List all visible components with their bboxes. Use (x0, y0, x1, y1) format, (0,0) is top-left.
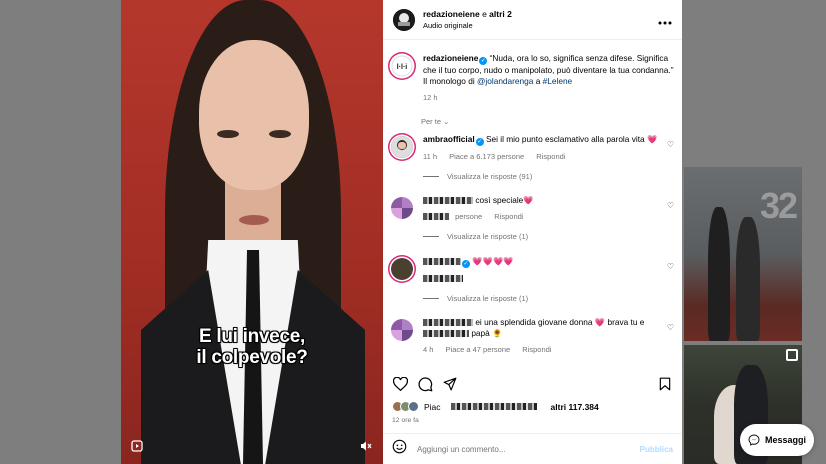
chevron-down-icon: ⌄ (443, 117, 450, 126)
comment-username[interactable]: ambraofficial (423, 134, 475, 144)
redacted-username (423, 197, 473, 204)
heart-icon[interactable]: ♡ (667, 201, 674, 210)
reel-video[interactable]: E lui invece, il colpevole? (121, 0, 383, 464)
likes-summary[interactable]: Piac altri 117.384 (392, 401, 673, 412)
verified-icon: ✓ (479, 57, 488, 65)
redacted-username (423, 258, 461, 265)
comment-item: così speciale💗 persone Rispondi Visualiz… (383, 195, 682, 242)
avatar[interactable]: l·l·i (391, 55, 413, 77)
for-you-filter[interactable]: Per te ⌄ (421, 117, 682, 126)
emoji-icon[interactable] (392, 439, 407, 459)
comment-item: ambraofficial ✓ Sei il mio punto esclamat… (383, 134, 682, 182)
avatar[interactable] (391, 258, 413, 280)
reply-button[interactable]: Rispondi (522, 345, 551, 354)
comment-icon[interactable] (417, 376, 433, 392)
post-hashtag[interactable]: #Lelene (543, 76, 573, 86)
comment-emoji: 💗 (594, 317, 606, 327)
view-replies[interactable]: Visualizza le risposte (1) (423, 293, 674, 304)
redacted-username (423, 319, 473, 326)
heart-icon[interactable] (392, 376, 408, 392)
reply-button[interactable]: Rispondi (494, 212, 523, 221)
liker-avatars (392, 401, 419, 412)
video-caption-line-1: E lui invece, (199, 326, 305, 347)
svg-text:l·l·i: l·l·i (397, 64, 408, 71)
avatar[interactable] (391, 197, 413, 219)
header-connector: e (482, 8, 487, 19)
header-username[interactable]: redazioneiene (423, 9, 480, 19)
post-connector: a (535, 76, 541, 86)
post-actions (383, 372, 682, 396)
header-others[interactable]: altri 2 (489, 9, 512, 19)
comment-likes[interactable]: persone (455, 212, 482, 221)
comment-item: ✓ 💗💗💗💗 Visualizza le risposte (1) ♡ (383, 256, 682, 304)
view-replies[interactable]: Visualizza le risposte (91) (423, 171, 674, 182)
likes-prefix: Piac (424, 401, 441, 412)
comment-text: così speciale (475, 195, 524, 205)
reel-icon (786, 349, 798, 361)
likes-count: altri 117.384 (550, 401, 599, 412)
messages-button[interactable]: Messaggi (740, 424, 814, 456)
comments-scroll-area[interactable]: l·l·i redazioneiene ✓ “Nuda, ora lo so, s… (383, 41, 682, 369)
post-timestamp: 12 ore fa (392, 417, 419, 424)
comment-bar: Pubblica (383, 433, 682, 464)
publish-button[interactable]: Pubblica (640, 445, 673, 454)
post-time: 12 h (423, 93, 438, 102)
post-panel: redazioneiene e altri 2 Audio originale … (383, 0, 682, 464)
verified-icon: ✓ (462, 260, 470, 268)
comment-input[interactable] (417, 444, 640, 454)
comment-emojis: 💗💗💗💗 (472, 256, 514, 266)
bookmark-icon[interactable] (657, 376, 673, 392)
avatar[interactable] (391, 136, 413, 158)
post-username[interactable]: redazioneiene (423, 53, 478, 63)
comment-text-end: papà (471, 328, 490, 338)
comment-time: 11 h (423, 152, 438, 161)
heart-icon[interactable]: ♡ (667, 323, 674, 332)
heart-icon[interactable]: ♡ (667, 262, 674, 271)
messenger-icon (748, 434, 760, 446)
comment-emoji: 💗 (646, 134, 658, 144)
avatar[interactable] (391, 319, 413, 341)
comment-item: ei una splendida giovane donna 💗 brava t… (383, 317, 682, 355)
comment-text: Sei il mio punto esclamativo alla parola… (485, 134, 645, 144)
post-header: redazioneiene e altri 2 Audio originale (383, 0, 682, 40)
avatar[interactable] (393, 8, 415, 31)
comment-text-cont: brava tu e (607, 317, 645, 327)
post-mention[interactable]: @jolandarenga (477, 76, 533, 86)
video-caption-line-2: il colpevole? (196, 347, 308, 368)
post-caption: l·l·i redazioneiene ✓ “Nuda, ora lo so, s… (383, 53, 682, 103)
more-horizontal-icon[interactable] (658, 12, 672, 28)
comment-time: 4 h (423, 345, 434, 354)
view-replies[interactable]: Visualizza le risposte (1) (423, 231, 674, 242)
comment-emoji: 💗 (523, 195, 534, 205)
share-icon[interactable] (442, 376, 458, 392)
for-you-label: Per te (421, 117, 442, 126)
background-thumbnail-number: 32 (759, 185, 798, 226)
reel-icon[interactable] (130, 440, 144, 454)
reply-button[interactable]: Rispondi (536, 152, 565, 161)
mute-icon[interactable] (359, 440, 373, 454)
verified-icon: ✓ (475, 138, 484, 146)
comment-likes[interactable]: Piace a 47 persone (446, 345, 511, 354)
background-thumbnail-red-carpet[interactable]: 32 (684, 167, 802, 341)
comment-text: ei una splendida giovane donna (475, 317, 593, 327)
comment-emoji-end: 🌻 (492, 328, 503, 338)
heart-icon[interactable]: ♡ (667, 140, 674, 149)
audio-label[interactable]: Audio originale (423, 20, 512, 31)
messages-label: Messaggi (764, 435, 806, 445)
comment-likes[interactable]: Piace a 6.173 persone (449, 152, 524, 161)
